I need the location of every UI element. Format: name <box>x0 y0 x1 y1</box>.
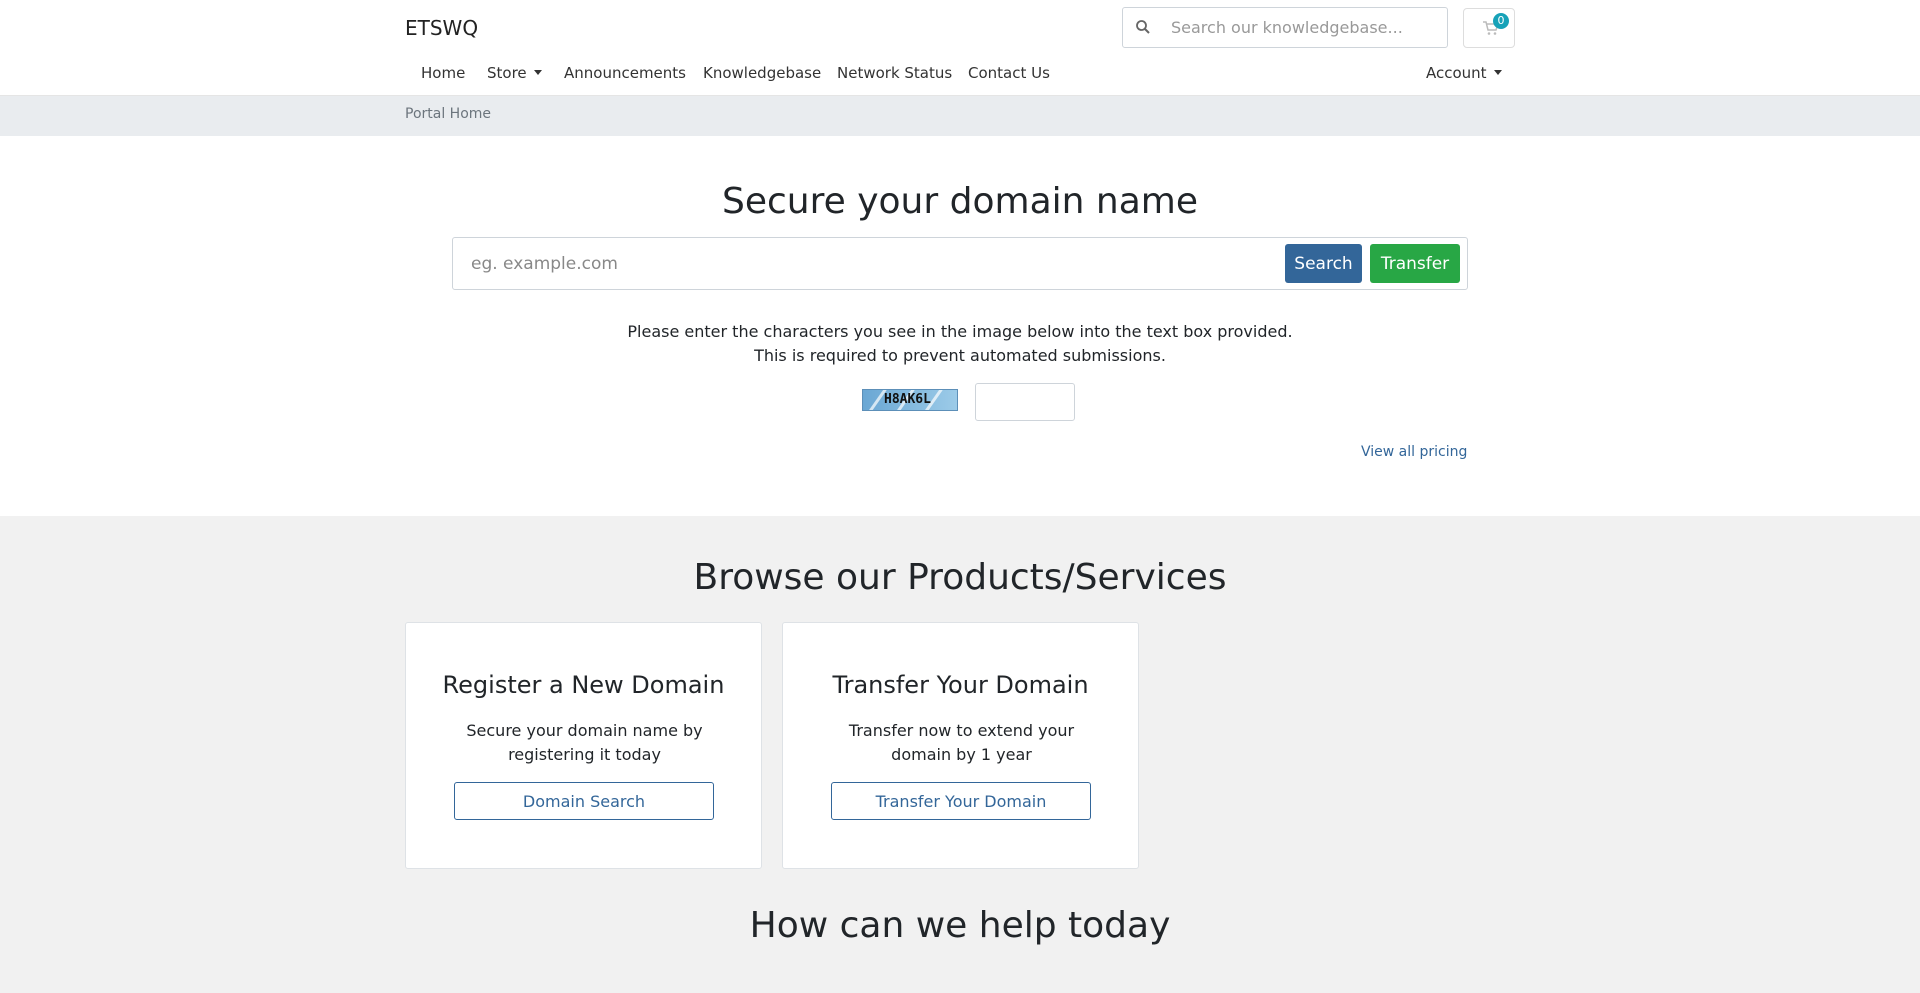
view-all-pricing-link[interactable]: View all pricing <box>1361 444 1467 460</box>
nav-contact-us[interactable]: Contact Us <box>968 64 1050 82</box>
nav-announcements[interactable]: Announcements <box>564 64 686 82</box>
nav-knowledgebase[interactable]: Knowledgebase <box>703 64 821 82</box>
cart-count-badge: 0 <box>1493 13 1509 29</box>
nav-store[interactable]: Store <box>487 64 542 82</box>
captcha-input[interactable] <box>975 383 1075 421</box>
chevron-down-icon <box>533 70 542 75</box>
help-title: How can we help today <box>749 905 1171 946</box>
domain-transfer-button[interactable]: Transfer <box>1370 244 1460 283</box>
main-nav: Home Store Announcements Knowledgebase N… <box>0 64 1920 88</box>
brand-logo[interactable]: ETSWQ <box>405 16 478 40</box>
chevron-down-icon <box>1493 70 1502 75</box>
domain-search-card-button[interactable]: Domain Search <box>454 782 714 820</box>
captcha-instructions: Please enter the characters you see in t… <box>627 322 1293 365</box>
nav-network-status[interactable]: Network Status <box>837 64 952 82</box>
hero-title: Secure your domain name <box>722 181 1198 222</box>
nav-home[interactable]: Home <box>421 64 465 82</box>
nav-store-label: Store <box>487 64 527 82</box>
card-title: Register a New Domain <box>442 671 725 699</box>
captcha-code: H8AK6L <box>884 392 931 407</box>
nav-account-label: Account <box>1426 64 1487 82</box>
browse-title: Browse our Products/Services <box>693 557 1227 598</box>
knowledgebase-search-input[interactable] <box>1171 8 1441 47</box>
transfer-domain-card-button[interactable]: Transfer Your Domain <box>831 782 1091 820</box>
card-transfer-domain: Transfer Your Domain Transfer now to ext… <box>782 622 1139 869</box>
domain-input[interactable] <box>471 238 1271 289</box>
domain-hero: Secure your domain name Search Transfer … <box>0 136 1920 516</box>
knowledgebase-search <box>1122 7 1448 48</box>
search-icon <box>1136 20 1150 34</box>
breadcrumb: Portal Home <box>0 96 1920 136</box>
card-description: Transfer now to extend your domain by 1 … <box>848 721 1075 764</box>
cart-button[interactable]: 0 <box>1463 8 1515 48</box>
card-register-domain: Register a New Domain Secure your domain… <box>405 622 762 869</box>
card-description: Secure your domain name by registering i… <box>466 721 703 764</box>
card-title: Transfer Your Domain <box>832 671 1089 699</box>
domain-search-button[interactable]: Search <box>1285 244 1362 283</box>
captcha-image: H8AK6L <box>862 389 958 411</box>
nav-account[interactable]: Account <box>1426 64 1502 82</box>
domain-search-form: Search Transfer <box>452 237 1468 290</box>
breadcrumb-current: Portal Home <box>405 106 492 122</box>
